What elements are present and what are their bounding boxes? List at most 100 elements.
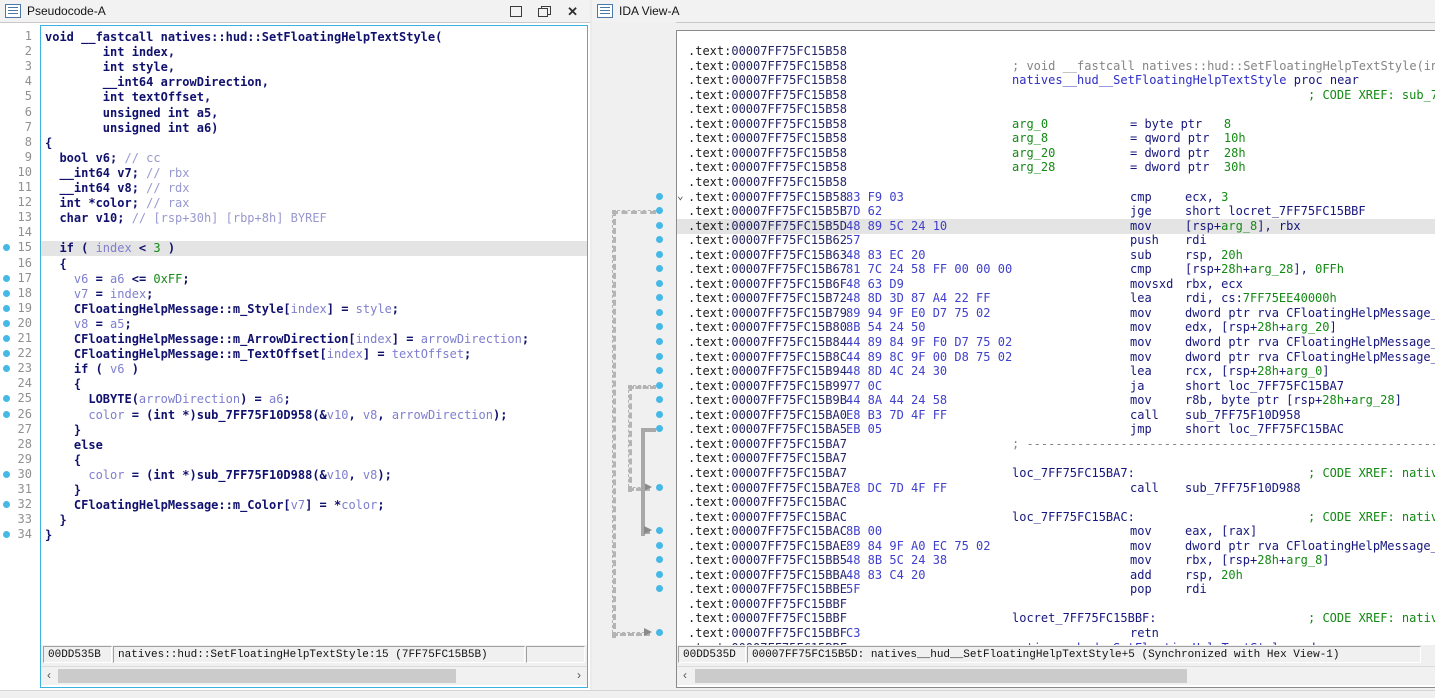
pseudocode-line[interactable]: __int64 v8; // rdx: [41, 181, 587, 196]
disasm-row[interactable]: .text:00007FF75FC15B58arg_28= dword ptr …: [677, 160, 1435, 175]
pseudocode-line[interactable]: {: [41, 453, 587, 468]
pseudocode-line[interactable]: __int64 arrowDirection,: [41, 75, 587, 90]
pseudocode-line[interactable]: __int64 v7; // rbx: [41, 166, 587, 181]
disasm-row[interactable]: .text:00007FF75FC15BBFlocret_7FF75FC15BB…: [677, 611, 1435, 626]
pseudocode-line[interactable]: else: [41, 438, 587, 453]
disasm-row[interactable]: .text:00007FF75FC15BACloc_7FF75FC15BAC:;…: [677, 510, 1435, 525]
pseudocode-line[interactable]: if ( v6 ): [41, 362, 587, 377]
pseudocode-line[interactable]: unsigned int a6): [41, 121, 587, 136]
disasm-row[interactable]: .text:00007FF75FC15B58natives__hud__SetF…: [677, 73, 1435, 88]
pseudocode-line[interactable]: char v10; // [rsp+30h] [rbp+8h] BYREF: [41, 211, 587, 226]
scroll-left-icon[interactable]: ‹: [677, 667, 693, 685]
pseudocode-line[interactable]: {: [41, 257, 587, 272]
disasm-row[interactable]: .text:00007FF75FC15BBE5Fpoprdi: [677, 582, 1435, 597]
disasm-row[interactable]: .text:00007FF75FC15BA7: [677, 451, 1435, 466]
disasm-row[interactable]: .text:00007FF75FC15BB548 8B 5C 24 38movr…: [677, 553, 1435, 568]
maximize-button[interactable]: [510, 6, 522, 17]
pseudocode-line[interactable]: }: [41, 513, 587, 528]
disasm-row[interactable]: .text:00007FF75FC15B808B 54 24 50movedx,…: [677, 320, 1435, 335]
scroll-right-icon[interactable]: ›: [571, 667, 587, 685]
pseudocode-line[interactable]: {: [41, 136, 587, 151]
disasm-row[interactable]: .text:00007FF75FC15BAC: [677, 495, 1435, 510]
pseudocode-line[interactable]: }: [41, 483, 587, 498]
pseudocode-line[interactable]: bool v6; // cc: [41, 151, 587, 166]
disasm-row[interactable]: .text:00007FF75FC15B6257pushrdi: [677, 233, 1435, 248]
disasm-row[interactable]: .text:00007FF75FC15B6F48 63 D9movsxdrbx,…: [677, 277, 1435, 292]
disasm-row[interactable]: .text:00007FF75FC15B58arg_8= qword ptr 1…: [677, 131, 1435, 146]
disasm-row[interactable]: .text:00007FF75FC15B6348 83 EC 20subrsp,…: [677, 248, 1435, 263]
pseudocode-line[interactable]: CFloatingHelpMessage::m_Style[index] = s…: [41, 302, 587, 317]
pseudocode-line[interactable]: unsigned int a5,: [41, 106, 587, 121]
disasm-row[interactable]: .text:00007FF75FC15B58arg_0= byte ptr 8: [677, 117, 1435, 132]
token-n: 28h: [1257, 320, 1279, 334]
pseudocode-line[interactable]: [41, 226, 587, 241]
ida-view-hscroll-thumb[interactable]: [695, 669, 1187, 683]
disasm-row[interactable]: .text:00007FF75FC15B8C44 89 8C 9F 00 D8 …: [677, 350, 1435, 365]
segment-name: .text:: [688, 233, 731, 247]
collapse-chevron-icon[interactable]: ⌄: [677, 188, 684, 203]
disasm-row[interactable]: ⌄.text:00007FF75FC15B5883 F9 03cmpecx, 3: [677, 190, 1435, 205]
pseudocode-code-area[interactable]: void __fastcall natives::hud::SetFloatin…: [41, 26, 587, 645]
pseudocode-line[interactable]: v8 = a5;: [41, 317, 587, 332]
pseudocode-line[interactable]: {: [41, 377, 587, 392]
disasm-row[interactable]: .text:00007FF75FC15B58arg_20= dword ptr …: [677, 146, 1435, 161]
disasm-listing[interactable]: .text:00007FF75FC15B58.text:00007FF75FC1…: [677, 31, 1435, 645]
ida-view-hscrollbar[interactable]: ‹: [677, 666, 1435, 685]
disasm-row[interactable]: .text:00007FF75FC15BA7E8 DC 7D 4F FFcall…: [677, 481, 1435, 496]
disasm-row[interactable]: .text:00007FF75FC15BA5EB 05jmpshort loc_…: [677, 422, 1435, 437]
pseudocode-line[interactable]: CFloatingHelpMessage::m_Color[v7] = *col…: [41, 498, 587, 513]
pseudocode-hscrollbar[interactable]: ‹ ›: [41, 666, 587, 685]
disasm-row[interactable]: .text:00007FF75FC15B6781 7C 24 58 FF 00 …: [677, 262, 1435, 277]
disasm-row[interactable]: .text:00007FF75FC15B7248 8D 3D 87 A4 22 …: [677, 291, 1435, 306]
disasm-row[interactable]: .text:00007FF75FC15B7989 94 9F E0 D7 75 …: [677, 306, 1435, 321]
pseudocode-line[interactable]: color = (int *)sub_7FF75F10D958(&v10, v8…: [41, 408, 587, 423]
pseudocode-line[interactable]: }: [41, 528, 587, 543]
float-button[interactable]: [538, 6, 551, 17]
disasm-row[interactable]: .text:00007FF75FC15B58: [677, 44, 1435, 59]
disasm-row[interactable]: .text:00007FF75FC15BA7loc_7FF75FC15BA7:;…: [677, 466, 1435, 481]
pseudocode-titlebar[interactable]: Pseudocode-A ✕: [0, 0, 590, 23]
scroll-left-icon[interactable]: ‹: [41, 667, 57, 685]
pseudocode-line[interactable]: v6 = a6 <= 0xFF;: [41, 272, 587, 287]
pseudocode-line[interactable]: int textOffset,: [41, 90, 587, 105]
disasm-row[interactable]: .text:00007FF75FC15BAE89 84 9F A0 EC 75 …: [677, 539, 1435, 554]
disasm-address: .text:00007FF75FC15B72: [688, 291, 847, 306]
disasm-row[interactable]: .text:00007FF75FC15B58; void __fastcall …: [677, 59, 1435, 74]
pseudocode-line[interactable]: int *color; // rax: [41, 196, 587, 211]
token-t: rdi: [1185, 233, 1207, 247]
disasm-row[interactable]: .text:00007FF75FC15BAC8B 00moveax, [rax]: [677, 524, 1435, 539]
disasm-row[interactable]: .text:00007FF75FC15BBFC3retn: [677, 626, 1435, 641]
disasm-row[interactable]: .text:00007FF75FC15B58: [677, 175, 1435, 190]
pseudocode-line[interactable]: int style,: [41, 60, 587, 75]
pseudocode-hscroll-thumb[interactable]: [58, 669, 456, 683]
address-hex: 00007FF75FC15B84: [731, 335, 847, 349]
disasm-row[interactable]: .text:00007FF75FC15B58; CODE XREF: sub_7…: [677, 88, 1435, 103]
disasm-row[interactable]: .text:00007FF75FC15B9B44 8A 44 24 58movr…: [677, 393, 1435, 408]
pseudocode-line[interactable]: color = (int *)sub_7FF75F10D988(&v10, v8…: [41, 468, 587, 483]
disasm-row[interactable]: .text:00007FF75FC15BBA48 83 C4 20addrsp,…: [677, 568, 1435, 583]
pseudocode-line[interactable]: CFloatingHelpMessage::m_ArrowDirection[i…: [41, 332, 587, 347]
disasm-row[interactable]: .text:00007FF75FC15B8444 89 84 9F F0 D7 …: [677, 335, 1435, 350]
ida-view-titlebar[interactable]: IDA View-A: [592, 0, 1435, 23]
close-icon[interactable]: ✕: [567, 5, 578, 18]
pseudocode-line[interactable]: v7 = index;: [41, 287, 587, 302]
pseudocode-line[interactable]: if ( index < 3 ): [41, 241, 587, 256]
pseudocode-line[interactable]: }: [41, 423, 587, 438]
token-kw: ;: [283, 392, 290, 406]
disasm-row[interactable]: .text:00007FF75FC15BBF: [677, 597, 1435, 612]
disasm-row[interactable]: .text:00007FF75FC15BA7; ----------------…: [677, 437, 1435, 452]
pseudocode-line[interactable]: void __fastcall natives::hud::SetFloatin…: [41, 30, 587, 45]
disasm-row[interactable]: .text:00007FF75FC15B5D48 89 5C 24 10mov[…: [677, 219, 1435, 234]
segment-name: .text:: [688, 553, 731, 567]
disasm-row[interactable]: .text:00007FF75FC15BA0E8 B3 7D 4F FFcall…: [677, 408, 1435, 423]
pseudocode-line[interactable]: CFloatingHelpMessage::m_TextOffset[index…: [41, 347, 587, 362]
address-hex: 00007FF75FC15B58: [731, 146, 847, 160]
disasm-row[interactable]: .text:00007FF75FC15B9448 8D 4C 24 30lear…: [677, 364, 1435, 379]
pseudocode-line[interactable]: int index,: [41, 45, 587, 60]
disasm-label: arg_0: [1012, 117, 1048, 132]
segment-name: .text:: [688, 73, 731, 87]
disasm-row[interactable]: .text:00007FF75FC15B58: [677, 102, 1435, 117]
disasm-row[interactable]: .text:00007FF75FC15B9977 0Cjashort loc_7…: [677, 379, 1435, 394]
pseudocode-line[interactable]: LOBYTE(arrowDirection) = a6;: [41, 392, 587, 407]
disasm-row[interactable]: .text:00007FF75FC15B5B7D 62jgeshort locr…: [677, 204, 1435, 219]
